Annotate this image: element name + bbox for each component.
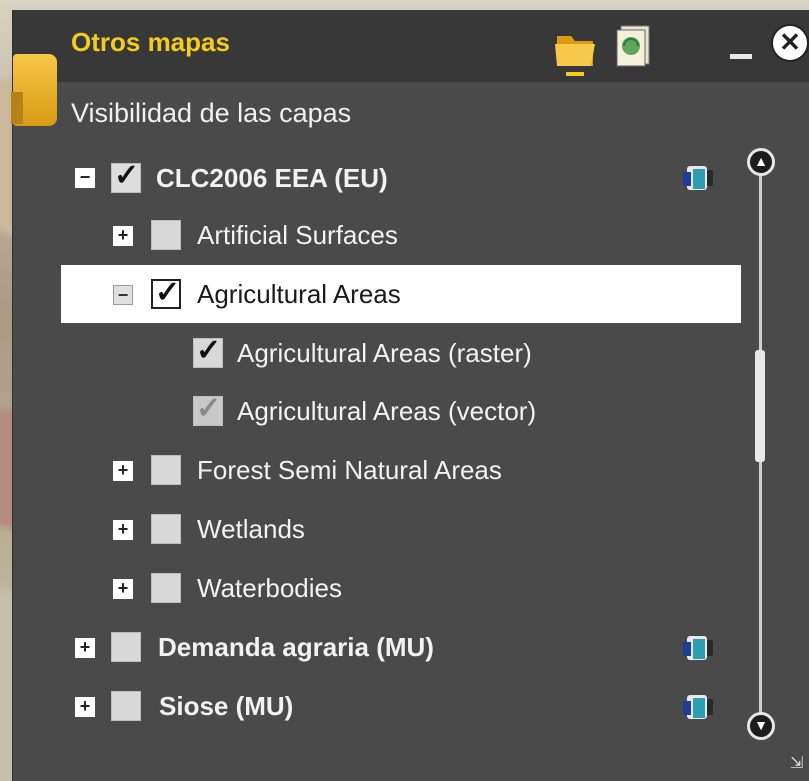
layer-label[interactable]: CLC2006 EEA (EU) [156,163,388,194]
expand-toggle[interactable]: + [113,579,133,599]
layer-checkbox[interactable] [111,632,141,662]
layer-info-icon[interactable] [681,634,715,662]
layer-label[interactable]: Artificial Surfaces [197,220,398,251]
layer-checkbox[interactable]: ✓ [193,334,223,368]
layer-label[interactable]: Waterbodies [197,573,342,604]
minimize-icon[interactable] [730,54,752,59]
expand-toggle[interactable]: + [113,461,133,481]
layer-row-clc2006: − ✓ CLC2006 EEA (EU) [13,148,741,206]
check-mark-icon: ✓ [155,276,181,309]
layers-panel: Otros mapas ✕ Visibilidad de las capas −… [11,10,809,781]
layer-checkbox[interactable]: ✓ [151,276,181,309]
layer-row-demanda-agraria: + Demanda agraria (MU) [13,618,741,676]
layer-row-siose: + Siose (MU) [13,677,741,735]
collapse-toggle[interactable]: − [75,168,95,188]
layer-info-icon[interactable] [681,693,715,721]
layer-label[interactable]: Forest Semi Natural Areas [197,455,502,486]
check-mark-icon: ✓ [196,334,222,367]
panel-header: Otros mapas ✕ [13,10,809,82]
expand-toggle[interactable]: + [113,520,133,540]
layer-row-forest-semi-natural: + Forest Semi Natural Areas [13,441,741,499]
collapse-toggle[interactable]: − [113,285,133,305]
layer-checkbox[interactable] [151,455,181,485]
check-mark-icon: ✓ [114,159,140,192]
layer-row-wetlands: + Wetlands [13,500,741,558]
layer-label[interactable]: Siose (MU) [159,691,293,722]
layer-row-waterbodies: + Waterbodies [13,559,741,617]
map-document-icon[interactable] [615,24,653,68]
layer-row-agricultural-raster: ✓ Agricultural Areas (raster) [13,324,741,382]
expand-toggle[interactable]: + [75,638,95,658]
layer-label[interactable]: Agricultural Areas (vector) [237,396,536,427]
layer-label[interactable]: Demanda agraria (MU) [158,632,434,663]
panel-title: Otros mapas [71,27,230,57]
layer-checkbox[interactable] [151,573,181,603]
folder-icon[interactable] [553,26,597,70]
expand-toggle[interactable]: + [113,226,133,246]
layer-row-agricultural-vector: ✓ Agricultural Areas (vector) [13,382,741,440]
layer-checkbox[interactable] [151,220,181,250]
check-mark-icon: ✓ [196,392,222,425]
folder-active-indicator [566,72,584,76]
layer-info-icon[interactable] [681,164,715,192]
layer-checkbox[interactable]: ✓ [193,392,223,426]
scrollbar-thumb[interactable] [755,350,765,462]
folder-tab-icon [11,54,57,126]
layer-label[interactable]: Wetlands [197,514,305,545]
layer-row-agricultural-areas[interactable]: − ✓ Agricultural Areas [61,265,741,323]
panel-subtitle: Visibilidad de las capas [71,98,352,128]
layer-row-artificial-surfaces: + Artificial Surfaces [13,206,741,264]
scroll-down-icon[interactable]: ▼ [747,712,775,740]
resize-handle-icon[interactable]: ⇲ [790,753,809,773]
layer-label[interactable]: Agricultural Areas [197,279,401,310]
expand-toggle[interactable]: + [75,697,95,717]
layer-checkbox[interactable]: ✓ [111,159,141,193]
layer-label[interactable]: Agricultural Areas (raster) [237,338,532,369]
scroll-up-icon[interactable]: ▲ [747,148,775,176]
layer-checkbox[interactable] [151,514,181,544]
layer-checkbox[interactable] [111,691,141,721]
close-icon[interactable]: ✕ [771,24,809,62]
